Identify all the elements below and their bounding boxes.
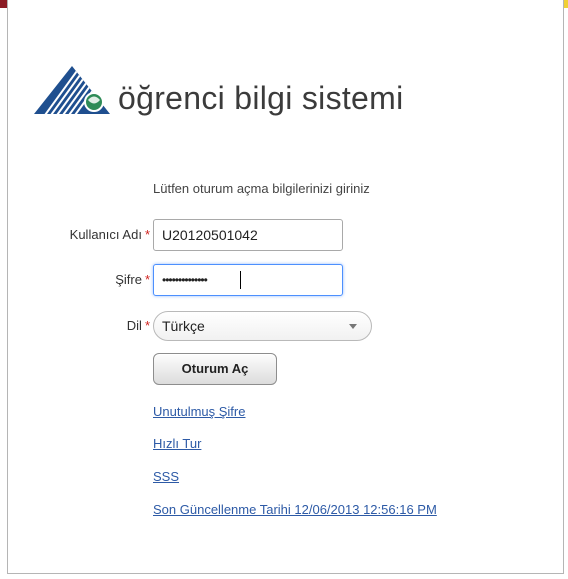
username-label-text: Kullanıcı Adı — [69, 227, 142, 242]
faq-link[interactable]: SSS — [153, 469, 179, 484]
chevron-down-icon — [349, 324, 357, 329]
login-instructions: Lütfen oturum açma bilgilerinizi giriniz — [153, 181, 370, 196]
language-label: Dil * — [127, 318, 150, 333]
password-label-text: Şifre — [115, 272, 142, 287]
password-value: •••••••••••••• — [162, 273, 208, 287]
forgot-password-link[interactable]: Unutulmuş Şifre — [153, 404, 245, 419]
password-field[interactable]: •••••••••••••• — [153, 264, 343, 296]
text-cursor — [240, 271, 241, 289]
login-button[interactable]: Oturum Aç — [153, 353, 277, 385]
username-label: Kullanıcı Adı * — [70, 227, 150, 242]
username-field[interactable]: U20120501042 — [153, 219, 343, 251]
quick-tour-link[interactable]: Hızlı Tur — [153, 436, 201, 451]
language-selected-value: Türkçe — [162, 318, 205, 334]
mountain-globe-logo-icon — [30, 62, 120, 120]
language-select[interactable]: Türkçe — [153, 311, 372, 341]
language-label-text: Dil — [126, 318, 142, 333]
required-marker: * — [144, 227, 150, 242]
password-label: Şifre * — [115, 272, 150, 287]
app-title: öğrenci bilgi sistemi — [118, 80, 404, 116]
last-updated-link[interactable]: Son Güncellenme Tarihi 12/06/2013 12:56:… — [153, 502, 437, 517]
required-marker: * — [144, 272, 150, 287]
required-marker: * — [144, 318, 150, 333]
